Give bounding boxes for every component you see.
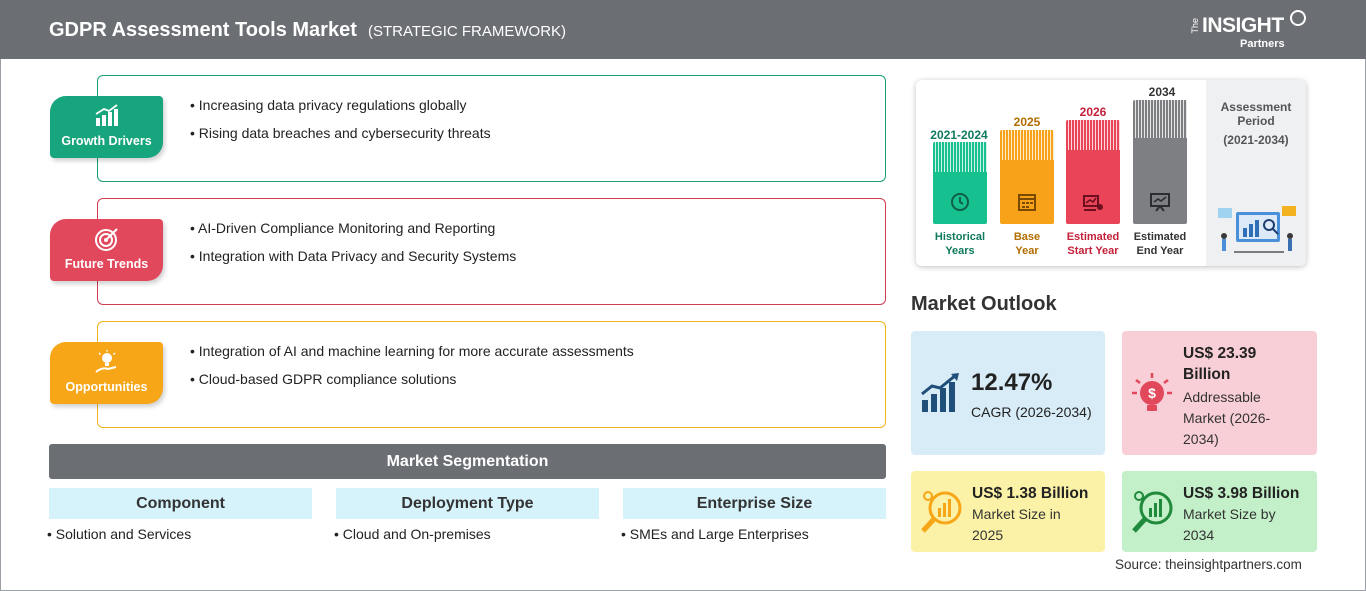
market-size-2034-label: Market Size by 2034: [1183, 504, 1276, 546]
bar-stripes: [1066, 120, 1120, 150]
market-size-2025-value: US$ 1.38 Billion: [972, 485, 1089, 502]
timeline-label-end: Estimated End Year: [1123, 230, 1197, 258]
size-2025-label-line1: Market Size in: [972, 506, 1061, 522]
timeline-bar-start: [1066, 120, 1120, 224]
timeline-label-historical: Historical Years: [923, 230, 997, 258]
market-size-2034-value: US$ 3.98 Billion: [1183, 485, 1300, 502]
segment-heading-enterprise: Enterprise Size: [623, 488, 886, 519]
svg-text:$: $: [1148, 385, 1156, 401]
bar-stripes: [1000, 130, 1054, 160]
bar-stripes: [933, 142, 987, 172]
presentation-icon: [1150, 193, 1170, 212]
market-segmentation-bar: Market Segmentation: [49, 444, 886, 479]
growth-driver-1: • Increasing data privacy regulations gl…: [190, 97, 467, 113]
segment-heading-deployment: Deployment Type: [336, 488, 599, 519]
page-title: GDPR Assessment Tools Market: [49, 19, 357, 41]
assessment-title-line2: Period: [1237, 114, 1275, 128]
market-size-2034-card: US$ 3.98 Billion Market Size by 2034: [1122, 471, 1317, 552]
cagr-card: 12.47% CAGR (2026-2034): [911, 331, 1105, 455]
assessment-timeline-card: 2021-2024 Historical Years 2025 Base Yea…: [916, 80, 1306, 266]
magnifier-chart-icon: [921, 491, 962, 533]
logo-partners: Partners: [1240, 38, 1285, 50]
target-icon: [95, 228, 118, 251]
timeline-label-historical-line1: Historical: [934, 231, 986, 243]
calendar-icon: [1018, 194, 1036, 211]
assessment-period-panel: Assessment Period (2021-2034): [1206, 80, 1306, 266]
addressable-label-line3: 2034): [1183, 431, 1219, 447]
addressable-label-line2: Market (2026-: [1183, 410, 1271, 426]
future-trend-1: • AI-Driven Compliance Monitoring and Re…: [190, 220, 496, 236]
growth-drivers-label: Growth Drivers: [61, 134, 152, 148]
bar-stripes: [1133, 100, 1187, 138]
size-2025-label-line2: 2025: [972, 527, 1004, 543]
logo-the: The: [1190, 18, 1200, 34]
logo-ring-icon: [1290, 10, 1306, 26]
future-trend-2: • Integration with Data Privacy and Secu…: [190, 248, 517, 264]
market-size-2025-card: US$ 1.38 Billion Market Size in 2025: [911, 471, 1105, 552]
addressable-value-line2: Billion: [1183, 366, 1231, 383]
cagr-label: CAGR (2026-2034): [971, 404, 1092, 420]
analytics-team-icon: [1218, 206, 1296, 253]
growth-drivers-tag: Growth Drivers: [50, 96, 163, 158]
lightbulb-hand-icon: [95, 350, 117, 373]
size-2034-label-line1: Market Size by: [1183, 506, 1276, 522]
timeline-year-start: 2026: [1079, 105, 1107, 119]
opportunities-box: • Integration of AI and machine learning…: [97, 321, 886, 428]
segment-item-enterprise: • SMEs and Large Enterprises: [621, 526, 809, 542]
growth-driver-2: • Rising data breaches and cybersecurity…: [190, 125, 491, 141]
segment-heading-component: Component: [49, 488, 312, 519]
timeline-bar-end: [1133, 100, 1187, 224]
timeline-label-end-line2: End Year: [1136, 245, 1184, 257]
page-subtitle: (STRATEGIC FRAMEWORK): [368, 23, 567, 40]
logo-insight: INSIGHT: [1202, 14, 1284, 37]
timeline-label-historical-line2: Years: [945, 245, 975, 257]
opportunities-label: Opportunities: [65, 380, 148, 394]
addressable-label-line1: Addressable: [1183, 389, 1261, 405]
history-icon: [951, 193, 969, 211]
future-trends-box: • AI-Driven Compliance Monitoring and Re…: [97, 198, 886, 305]
segment-item-component: • Solution and Services: [47, 526, 192, 542]
assessment-period-title: Assessment Period: [1206, 100, 1306, 128]
start-chart-icon: [1083, 195, 1103, 211]
cagr-value: 12.47%: [971, 369, 1053, 396]
future-trends-tag: Future Trends: [50, 219, 163, 281]
market-size-2025-label: Market Size in 2025: [972, 504, 1061, 546]
size-2034-label-line2: 2034: [1183, 527, 1215, 543]
timeline-label-base-line1: Base: [1013, 231, 1041, 243]
timeline-bar-historical: [933, 142, 987, 224]
addressable-market-card: $ US$ 23.39 Billion Addressable Market (…: [1122, 331, 1317, 455]
money-bulb-icon: $: [1132, 373, 1172, 411]
segment-item-deployment: • Cloud and On-premises: [334, 526, 491, 542]
assessment-period-range: (2021-2034): [1223, 133, 1289, 147]
timeline-label-start-line2: Start Year: [1067, 245, 1119, 257]
opportunity-1: • Integration of AI and machine learning…: [190, 343, 634, 359]
addressable-market-label: Addressable Market (2026- 2034): [1183, 387, 1270, 450]
future-trends-label: Future Trends: [64, 257, 149, 271]
magnifier-chart-icon: [1132, 491, 1173, 533]
insight-partners-logo: The INSIGHT Partners: [1190, 10, 1320, 54]
timeline-bar-base: [1000, 130, 1054, 224]
growth-chart-icon: [921, 373, 959, 412]
market-outlook-title: Market Outlook: [911, 293, 1057, 315]
timeline-year-end: 2034: [1148, 85, 1176, 99]
timeline-label-end-line1: Estimated: [1133, 231, 1187, 243]
header-bar: GDPR Assessment Tools Market (STRATEGIC …: [0, 0, 1366, 59]
assessment-title-line1: Assessment: [1220, 100, 1292, 114]
opportunity-2: • Cloud-based GDPR compliance solutions: [190, 371, 457, 387]
timeline-label-base: Base Year: [990, 230, 1064, 258]
timeline-label-start: Estimated Start Year: [1056, 230, 1130, 258]
timeline-year-historical: 2021-2024: [930, 128, 988, 142]
addressable-market-value: US$ 23.39 Billion: [1183, 343, 1256, 385]
source-credit: Source: theinsightpartners.com: [1115, 557, 1302, 572]
timeline-label-base-line2: Year: [1015, 245, 1039, 257]
opportunities-tag: Opportunities: [50, 342, 163, 404]
addressable-value-line1: US$ 23.39: [1183, 345, 1257, 362]
timeline-label-start-line1: Estimated: [1066, 231, 1120, 243]
bar-growth-icon: [95, 104, 118, 126]
growth-drivers-box: • Increasing data privacy regulations gl…: [97, 75, 886, 182]
